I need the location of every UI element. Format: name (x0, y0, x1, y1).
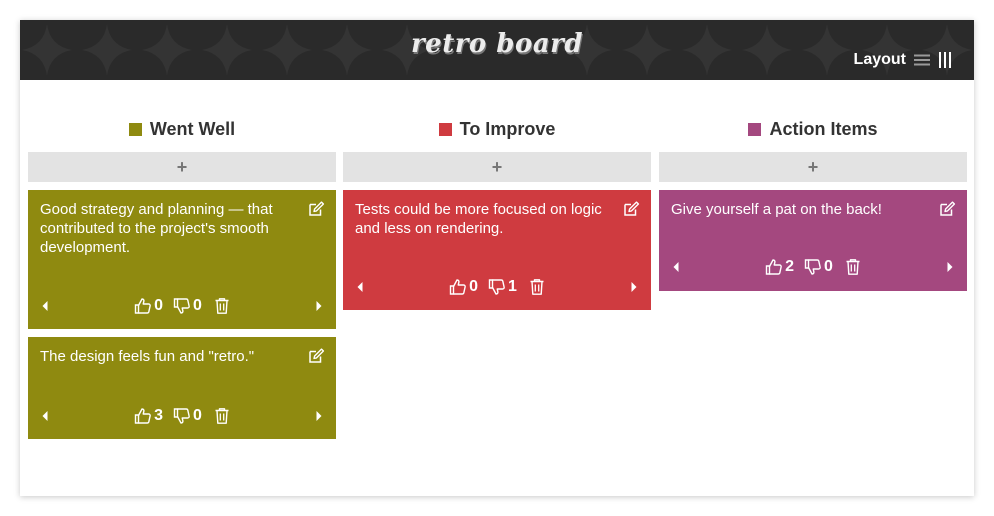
edit-icon[interactable] (938, 200, 956, 218)
thumbs-up-icon (765, 258, 783, 276)
add-card-button[interactable]: + (343, 152, 651, 182)
edit-icon[interactable] (307, 200, 325, 218)
trash-icon (214, 407, 230, 425)
color-swatch (438, 122, 452, 136)
add-card-button[interactable]: + (659, 152, 967, 182)
retro-board-app: retro board Layout Went Well + Good stra… (20, 20, 974, 496)
like-count: 0 (469, 278, 478, 295)
card-footer: 2 0 (659, 258, 967, 276)
like-count: 3 (154, 407, 163, 424)
vote-controls: 0 1 (343, 278, 651, 296)
thumbs-down-icon (804, 258, 822, 276)
dislike-button[interactable]: 0 (173, 407, 202, 425)
add-card-button[interactable]: + (28, 152, 336, 182)
card-text: Good strategy and planning — that contri… (40, 201, 273, 256)
like-count: 2 (785, 258, 794, 275)
card-text: Give yourself a pat on the back! (671, 201, 882, 218)
thumbs-up-icon (134, 297, 152, 315)
edit-icon[interactable] (307, 347, 325, 365)
like-button[interactable]: 2 (765, 258, 794, 276)
edit-icon[interactable] (622, 200, 640, 218)
arrow-right-icon[interactable] (315, 410, 323, 422)
dislike-button[interactable]: 1 (488, 278, 517, 296)
color-swatch (748, 122, 762, 136)
header-bar: retro board Layout (20, 20, 974, 80)
column-title: Action Items (769, 118, 878, 139)
dislike-count: 0 (193, 297, 202, 314)
layout-control: Layout (854, 49, 952, 71)
like-button[interactable]: 3 (134, 407, 163, 425)
thumbs-up-icon (449, 278, 467, 296)
delete-button[interactable] (529, 278, 545, 296)
arrow-right-icon[interactable] (946, 261, 954, 273)
delete-button[interactable] (845, 258, 861, 276)
dislike-button[interactable]: 0 (173, 297, 202, 315)
column-to-improve: To Improve + Tests could be more focused… (343, 116, 651, 310)
layout-label: Layout (853, 51, 906, 68)
column-header: To Improve (343, 116, 651, 142)
dislike-count: 1 (508, 278, 517, 295)
trash-icon (529, 278, 545, 296)
delete-button[interactable] (214, 297, 230, 315)
card-text: The design feels fun and "retro." (40, 348, 255, 365)
vote-controls: 2 0 (659, 258, 967, 276)
columns-layout-icon[interactable] (938, 52, 952, 68)
trash-icon (214, 297, 230, 315)
list-layout-icon[interactable] (914, 53, 930, 67)
column-header: Went Well (28, 116, 336, 142)
column-action-items: Action Items + Give yourself a pat on th… (659, 116, 967, 291)
dislike-count: 0 (193, 407, 202, 424)
like-count: 0 (154, 297, 163, 314)
arrow-right-icon[interactable] (630, 281, 638, 293)
column-went-well: Went Well + Good strategy and planning —… (28, 116, 336, 439)
like-button[interactable]: 0 (449, 278, 478, 296)
column-title: Went Well (149, 118, 236, 139)
card-text: Tests could be more focused on logic and… (355, 201, 602, 237)
column-title: To Improve (459, 118, 556, 139)
dislike-button[interactable]: 0 (804, 258, 833, 276)
delete-button[interactable] (214, 407, 230, 425)
card-footer: 0 1 (343, 278, 651, 296)
arrow-right-icon[interactable] (315, 300, 323, 312)
vote-controls: 3 0 (28, 407, 336, 425)
app-title: retro board (410, 29, 584, 59)
card-footer: 3 0 (28, 407, 336, 425)
retro-card: Give yourself a pat on the back! 2 0 (659, 190, 967, 291)
column-header: Action Items (659, 116, 967, 142)
trash-icon (845, 258, 861, 276)
retro-card: Good strategy and planning — that contri… (28, 190, 336, 329)
retro-card: The design feels fun and "retro." 3 0 (28, 337, 336, 439)
vote-controls: 0 0 (28, 297, 336, 315)
retro-card: Tests could be more focused on logic and… (343, 190, 651, 310)
color-swatch (128, 122, 142, 136)
thumbs-down-icon (173, 297, 191, 315)
card-footer: 0 0 (28, 297, 336, 315)
thumbs-up-icon (134, 407, 152, 425)
thumbs-down-icon (173, 407, 191, 425)
dislike-count: 0 (824, 258, 833, 275)
thumbs-down-icon (488, 278, 506, 296)
like-button[interactable]: 0 (134, 297, 163, 315)
